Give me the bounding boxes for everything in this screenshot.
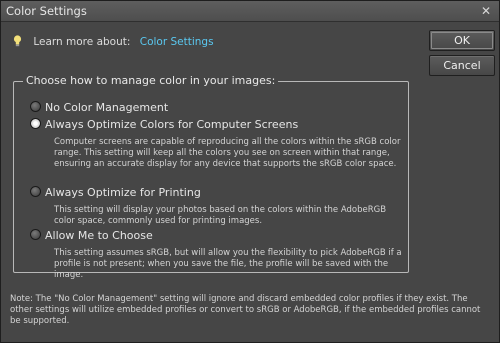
cancel-button-label: Cancel — [443, 59, 481, 72]
close-icon[interactable]: ✕ — [479, 4, 493, 18]
ok-button[interactable]: OK — [429, 30, 495, 51]
option-description-screens: Computer screens are capable of reproduc… — [54, 137, 401, 169]
radio-allow-me-to-choose[interactable]: Allow Me to Choose — [30, 229, 153, 243]
color-settings-help-link[interactable]: Color Settings — [140, 36, 214, 48]
note-text: Note: The "No Color Management" setting … — [10, 294, 481, 326]
option-label: Allow Me to Choose — [45, 229, 153, 242]
learn-more-row: Learn more about: Color Settings — [13, 34, 214, 50]
radio-button-checked[interactable] — [30, 118, 41, 129]
option-description-printing: This setting will display your photos ba… — [54, 205, 387, 226]
lightbulb-icon — [13, 35, 22, 47]
group-legend: Choose how to manage color in your image… — [26, 74, 276, 87]
radio-button-unchecked[interactable] — [30, 229, 41, 240]
window-title: Color Settings — [6, 4, 87, 18]
ok-button-focus-ring — [431, 32, 493, 49]
radio-no-color-management[interactable]: No Color Management — [30, 101, 168, 115]
radio-button-unchecked[interactable] — [30, 101, 41, 112]
cancel-button[interactable]: Cancel — [429, 55, 495, 76]
title-bar[interactable]: Color Settings ✕ — [1, 1, 499, 22]
option-description-choose: This setting assumes sRGB, but will allo… — [54, 248, 402, 280]
option-label: Always Optimize Colors for Computer Scre… — [45, 118, 299, 131]
learn-more-label: Learn more about: — [33, 36, 131, 48]
option-label: No Color Management — [45, 101, 169, 114]
color-settings-dialog: Color Settings ✕ Learn more about: Color… — [0, 0, 500, 343]
radio-optimize-for-printing[interactable]: Always Optimize for Printing — [30, 186, 201, 200]
option-label: Always Optimize for Printing — [45, 186, 201, 199]
radio-optimize-for-screens[interactable]: Always Optimize Colors for Computer Scre… — [30, 118, 298, 132]
color-management-group: Choose how to manage color in your image… — [13, 74, 409, 280]
radio-button-unchecked[interactable] — [30, 186, 41, 197]
